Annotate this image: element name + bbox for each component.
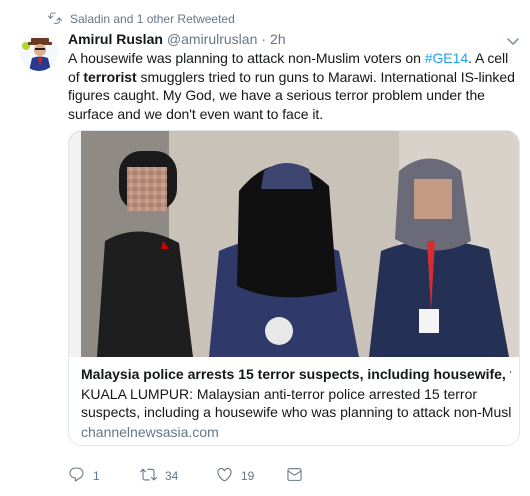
card-title[interactable]: Malaysia police arrests 15 terror suspec… [81, 365, 511, 383]
retweet-context: Saladin and 1 other Retweeted [47, 10, 235, 28]
link-card[interactable]: Malaysia police arrests 15 terror suspec… [68, 130, 520, 446]
retweet-context-text[interactable]: Saladin and 1 other Retweeted [70, 12, 235, 26]
message-icon [286, 466, 303, 486]
card-description: KUALA LUMPUR: Malaysian anti-terror poli… [81, 385, 511, 421]
retweet-icon [47, 11, 63, 28]
author-name[interactable]: Amirul Ruslan [68, 31, 163, 47]
tweet-timestamp[interactable]: 2h [270, 31, 286, 47]
tweet-text: A housewife was planning to attack non-M… [68, 49, 520, 123]
avatar[interactable] [20, 33, 58, 71]
tweet-text-part: A housewife was planning to attack non-M… [68, 50, 425, 66]
like-count: 19 [241, 469, 255, 483]
tweet-header: Amirul Ruslan @amirulruslan · 2h [68, 31, 518, 49]
hashtag-link[interactable]: #GE14 [425, 50, 468, 66]
reply-count: 1 [93, 469, 100, 483]
card-domain: channelnewsasia.com [81, 424, 219, 440]
reply-icon [68, 466, 85, 486]
retweet-count: 34 [165, 469, 179, 483]
retweet-icon [140, 466, 157, 486]
card-description-line: KUALA LUMPUR: Malaysian anti-terror poli… [81, 386, 478, 402]
tweet-actions: 1 34 19 [68, 466, 316, 486]
retweet-button[interactable]: 34 [140, 466, 216, 486]
reply-button[interactable]: 1 [68, 466, 140, 486]
card-text: Malaysia police arrests 15 terror suspec… [81, 365, 511, 441]
tweet-text-bold: terrorist [83, 68, 137, 85]
message-button[interactable] [286, 466, 316, 486]
card-photo[interactable] [69, 131, 519, 357]
author-handle[interactable]: @amirulruslan [167, 31, 257, 47]
like-button[interactable]: 19 [216, 466, 286, 486]
separator-dot: · [261, 31, 267, 47]
tweet[interactable]: Saladin and 1 other Retweeted Amirul Rus… [0, 0, 530, 496]
like-icon [216, 466, 233, 486]
card-description-line: suspects, including a housewife who was … [81, 404, 511, 420]
chevron-down-icon[interactable] [506, 34, 520, 48]
